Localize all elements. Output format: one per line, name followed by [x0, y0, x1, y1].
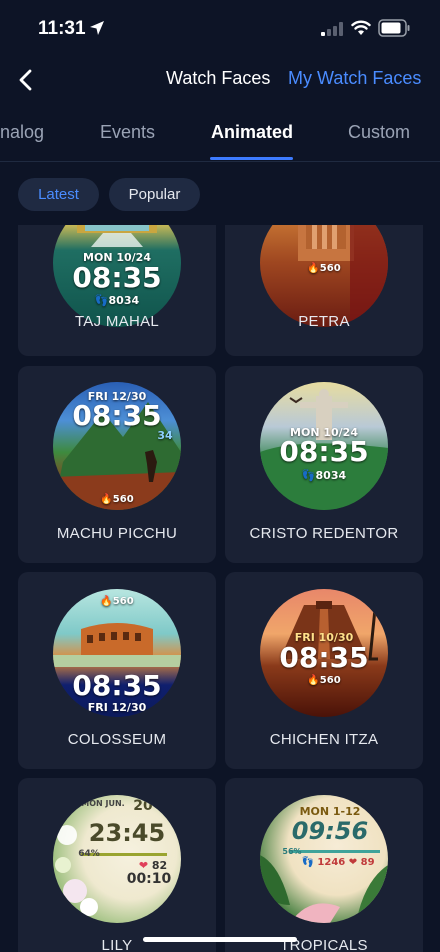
active-tab-indicator — [210, 157, 293, 160]
watch-face-name: MACHU PICCHU — [56, 525, 178, 542]
status-time: 11:31 — [38, 18, 86, 39]
watch-face-card-machu-picchu[interactable]: FRI 12/30 08:35 34 🔥560 MACHU PICCHU — [18, 366, 216, 563]
watch-face-grid: MON 10/24 08:35 👣8034 TAJ MAHAL 48 🔥560 … — [0, 225, 440, 952]
face-steps: 👣8034 — [301, 469, 347, 482]
face-timer: 00:10 — [126, 871, 172, 887]
watch-face-card-petra[interactable]: 48 🔥560 PETRA — [225, 225, 423, 356]
face-date: FRI 12/30 — [87, 701, 147, 714]
face-time: 08:35 — [72, 669, 162, 702]
face-percent: 56% — [282, 847, 302, 856]
tab-analog[interactable]: Analog — [0, 122, 44, 143]
watch-face-name: TAJ MAHAL — [74, 313, 160, 330]
watch-face-preview: 48 🔥560 — [260, 225, 388, 327]
tab-animated[interactable]: Animated — [211, 122, 293, 143]
watch-face-name: PETRA — [298, 313, 350, 330]
face-steps: 🔥560 — [307, 675, 341, 686]
face-time: 23:45 — [88, 819, 166, 847]
flame-icon: 🔥 — [307, 675, 320, 686]
watch-face-preview: MON JUN. 20 23:45 64% ❤ 82 00:10 — [53, 795, 181, 923]
navigation-bar: Watch Faces My Watch Faces — [0, 58, 440, 102]
page-title: Watch Faces — [166, 68, 271, 88]
watch-face-preview: MON 10/24 08:35 👣8034 — [53, 225, 181, 327]
face-time: 08:35 — [279, 435, 369, 468]
watch-face-card-cristo-redentor[interactable]: MON 10/24 08:35 👣8034 CRISTO REDENTOR — [225, 366, 423, 563]
watch-face-name: COLOSSEUM — [67, 731, 167, 748]
wifi-icon — [351, 20, 371, 35]
status-bar: 11:31 — [0, 0, 440, 58]
watch-face-preview: FRI 10/30 08:35 🔥560 — [260, 589, 388, 717]
location-arrow-icon — [90, 21, 104, 35]
watch-face-card-chichen-itza[interactable]: FRI 10/30 08:35 🔥560 CHICHEN ITZA — [225, 572, 423, 769]
category-tabs: Analog Events Animated Custom — [0, 110, 440, 162]
tab-events[interactable]: Events — [100, 122, 155, 143]
face-percent: 64% — [78, 849, 100, 859]
face-steps: 🔥560 — [100, 596, 134, 607]
cellular-signal-icon — [321, 22, 343, 36]
watch-face-preview: FRI 12/30 08:35 34 🔥560 — [53, 382, 181, 510]
watch-face-name: CHICHEN ITZA — [269, 731, 379, 748]
face-time: 09:56 — [291, 817, 369, 845]
tab-custom[interactable]: Custom — [348, 122, 410, 143]
my-watch-faces-link[interactable]: My Watch Faces — [288, 68, 421, 89]
battery-icon — [378, 19, 410, 37]
face-steps: 🔥560 — [100, 494, 134, 505]
flame-icon: 🔥 — [100, 494, 113, 505]
watch-face-preview: MON 10/24 08:35 👣8034 — [260, 382, 388, 510]
face-time: 08:35 — [72, 261, 162, 294]
filter-latest-chip[interactable]: Latest — [18, 178, 99, 211]
face-steps: 🔥560 — [307, 263, 341, 274]
steps-icon: 👣 — [94, 294, 109, 307]
steps-icon: 👣 — [301, 469, 316, 482]
watch-face-card-tropicals[interactable]: MON 1-12 09:56 56% 👣 1246 ❤ 89 TROPICALS — [225, 778, 423, 952]
face-steps: 👣8034 — [94, 294, 140, 307]
watch-face-preview: 🔥560 08:35 FRI 12/30 — [53, 589, 181, 717]
face-time: 08:35 — [72, 399, 162, 432]
watch-face-card-taj-mahal[interactable]: MON 10/24 08:35 👣8034 TAJ MAHAL — [18, 225, 216, 356]
filter-chips: Latest Popular — [0, 178, 440, 212]
heart-icon: ❤ — [348, 857, 358, 868]
watch-face-name: CRISTO REDENTOR — [249, 525, 399, 542]
face-stats: 👣 1246 ❤ 89 — [301, 857, 375, 868]
watch-face-preview: MON 1-12 09:56 56% 👣 1246 ❤ 89 — [260, 795, 388, 923]
flame-icon: 🔥 — [100, 596, 113, 607]
steps-icon: 👣 — [301, 857, 314, 868]
watch-face-card-lily[interactable]: MON JUN. 20 23:45 64% ❤ 82 00:10 LILY — [18, 778, 216, 952]
filter-popular-chip[interactable]: Popular — [109, 178, 200, 211]
home-indicator[interactable] — [143, 937, 297, 942]
face-number: 34 — [157, 429, 173, 442]
face-time: 08:35 — [279, 641, 369, 674]
back-chevron-icon[interactable] — [14, 66, 38, 94]
watch-face-card-colosseum[interactable]: 🔥560 08:35 FRI 12/30 COLOSSEUM — [18, 572, 216, 769]
face-number: 20 — [133, 798, 153, 814]
flame-icon: 🔥 — [307, 263, 320, 274]
